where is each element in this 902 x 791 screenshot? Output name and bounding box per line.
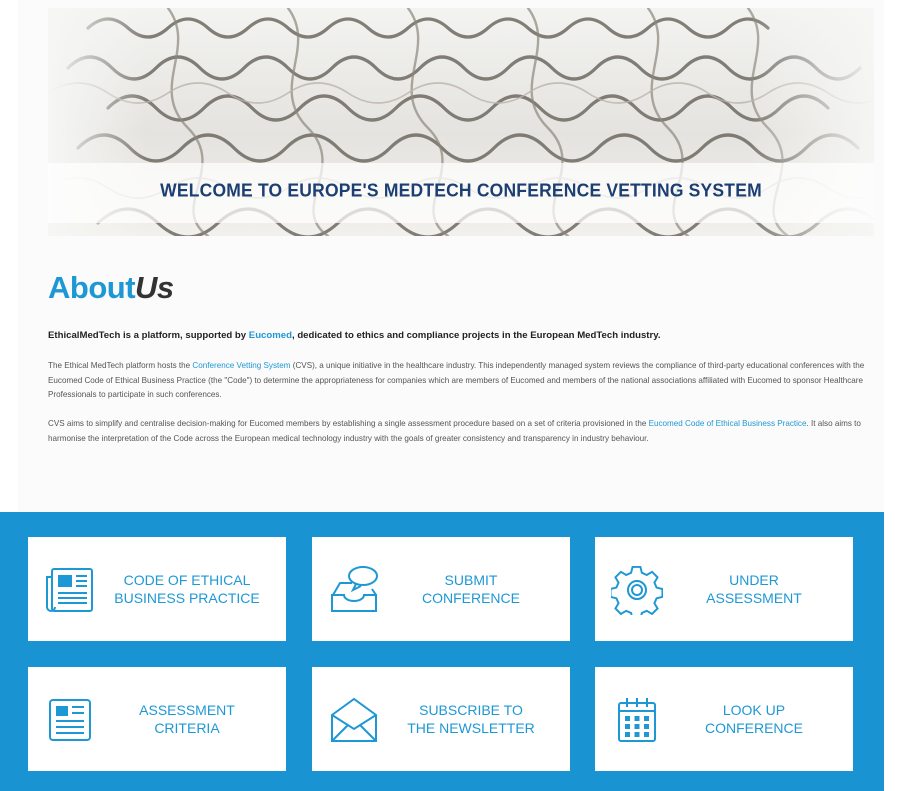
tile-label: SUBMIT CONFERENCE (380, 537, 562, 641)
tile-label: SUBSCRIBE TO THE NEWSLETTER (380, 667, 562, 771)
tile-assessment-criteria[interactable]: ASSESSMENT CRITERIA (28, 667, 286, 771)
tile-code-of-ethical-business-practice[interactable]: CODE OF ETHICAL BUSINESS PRACTICE (28, 537, 286, 641)
tile-label-line-1: SUBMIT (444, 572, 498, 588)
about-heading: AboutUs (48, 268, 174, 308)
newspaper-icon (44, 565, 96, 615)
about-paragraph-2: CVS aims to simplify and centralise deci… (48, 417, 870, 446)
hero-banner: WELCOME TO EUROPE'S MEDTECH CONFERENCE V… (48, 8, 874, 236)
about-paragraph-1: The Ethical MedTech platform hosts the C… (48, 359, 870, 403)
hero-title: WELCOME TO EUROPE'S MEDTECH CONFERENCE V… (160, 179, 762, 201)
tile-label: CODE OF ETHICAL BUSINESS PRACTICE (96, 537, 278, 641)
tile-label-line-1: LOOK UP (722, 702, 786, 718)
tile-label-line-1: SUBSCRIBE TO (419, 702, 523, 718)
tile-label: ASSESSMENT CRITERIA (96, 667, 278, 771)
quick-links-grid: CODE OF ETHICAL BUSINESS PRACTICE SUBMIT C… (0, 512, 884, 791)
tile-label: LOOK UP CONFERENCE (663, 667, 845, 771)
tile-label: UNDER ASSESSMENT (663, 537, 845, 641)
eucomed-link[interactable]: Eucomed (249, 330, 292, 341)
tile-submit-conference[interactable]: SUBMIT CONFERENCE (312, 537, 570, 641)
tile-label-line-1: UNDER (729, 572, 779, 588)
tile-look-up-conference[interactable]: LOOK UP CONFERENCE (595, 667, 853, 771)
conference-vetting-system-link[interactable]: Conference Vetting System (192, 361, 290, 370)
tile-label-line-2: THE NEWSLETTER (407, 720, 535, 736)
tile-label-line-2: ASSESSMENT (706, 590, 802, 606)
tile-label-line-2: CONFERENCE (704, 720, 803, 736)
lead-text-start: EthicalMedTech is a platform, supported … (48, 330, 249, 341)
p2-text-start: CVS aims to simplify and centralise deci… (48, 419, 649, 428)
tile-subscribe-newsletter[interactable]: SUBSCRIBE TO THE NEWSLETTER (312, 667, 570, 771)
lead-text-end: , dedicated to ethics and compliance pro… (291, 330, 661, 341)
inbox-chat-icon (328, 565, 380, 615)
tile-under-assessment[interactable]: UNDER ASSESSMENT (595, 537, 853, 641)
tile-label-line-2: CONFERENCE (421, 590, 520, 606)
about-lead: EthicalMedTech is a platform, supported … (48, 330, 874, 341)
code-of-ethical-business-practice-link[interactable]: Eucomed Code of Ethical Business Practic… (649, 419, 807, 428)
tile-label-line-2: CRITERIA (154, 720, 220, 736)
envelope-icon (328, 695, 380, 745)
tile-label-line-1: ASSESSMENT (139, 702, 235, 718)
p1-text-start: The Ethical MedTech platform hosts the (48, 361, 193, 370)
about-heading-italic: Us (135, 270, 174, 305)
gear-icon (609, 565, 664, 620)
document-icon (44, 695, 96, 745)
about-heading-main: About (48, 270, 136, 305)
tile-label-line-2: BUSINESS PRACTICE (114, 590, 260, 606)
tile-label-line-1: CODE OF ETHICAL (123, 572, 251, 588)
calendar-icon (611, 695, 663, 745)
